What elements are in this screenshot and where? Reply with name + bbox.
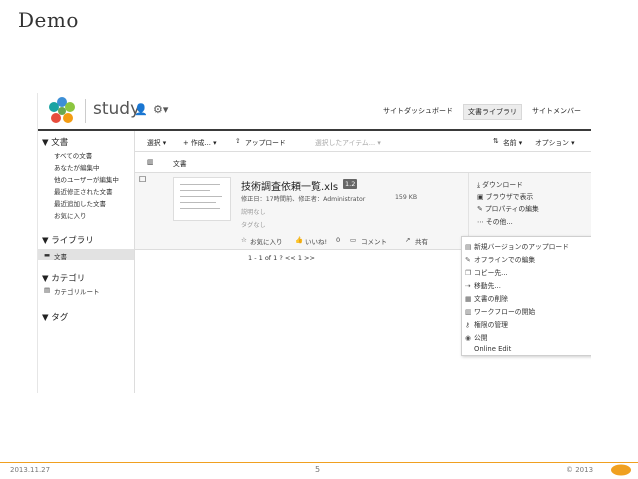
copy-icon: ❐ [465, 269, 472, 277]
favorite-link[interactable]: お気に入り [250, 236, 283, 246]
more-action[interactable]: ⋯ その他... [477, 216, 513, 226]
edit-properties-action[interactable]: ✎ プロパティの編集 [477, 203, 539, 213]
move-icon: ⇢ [465, 282, 471, 290]
upload-version-icon: ▤ [465, 243, 472, 251]
slide-date: 2013.11.27 [10, 466, 51, 474]
view-in-browser-action[interactable]: ▣ ブラウザで表示 [477, 191, 533, 201]
menu-label: 公開 [474, 334, 488, 342]
gear-icon[interactable]: ⚙▾ [153, 103, 168, 116]
edit-icon: ✎ [477, 205, 485, 213]
sidebar-item-recently-modified[interactable]: 最近修正された文書 [54, 186, 113, 196]
slide-page-number: 5 [315, 465, 321, 474]
upload-button[interactable]: アップロード [245, 137, 286, 147]
share-icon[interactable]: ↗ [405, 236, 410, 244]
menu-label: コピー先... [474, 269, 508, 277]
app-header: study 👤 ⚙▾ サイトダッシュボード 文書ライブラリ サイトメンバー [38, 93, 591, 131]
more-label: その他... [485, 218, 513, 226]
sidebar-item-my-editing[interactable]: あなたが編集中 [54, 162, 100, 172]
document-description: 説明なし [241, 209, 266, 216]
sidebar-item-others-editing[interactable]: 他のユーザーが編集中 [54, 174, 119, 184]
document-modified: 修正日：17時間前、修正者：Administrator [241, 196, 366, 203]
sidebar-library-header[interactable]: ▼ ライブラリ [42, 234, 94, 246]
document-name[interactable]: 技術調査依頼一覧.xls [241, 178, 338, 193]
folder-up-icon[interactable]: ▥ [147, 158, 153, 166]
nav-dashboard[interactable]: サイトダッシュボード [379, 104, 457, 120]
browser-icon: ▣ [477, 193, 486, 201]
menu-item-edit-offline[interactable]: ✎ オフラインでの編集 [465, 254, 535, 264]
comment-icon[interactable]: ▭ [350, 236, 356, 244]
menu-item-manage-permissions[interactable]: ⚷ 権限の管理 [465, 319, 508, 329]
nav-members[interactable]: サイトメンバー [528, 104, 585, 120]
menu-label: ワークフローの開始 [474, 308, 536, 316]
pencil-icon: ✎ [465, 256, 471, 264]
menu-item-publish[interactable]: ◉ 公開 [465, 332, 488, 342]
menu-item-delete[interactable]: ▦ 文書の削除 [465, 293, 508, 303]
menu-label: オフラインでの編集 [474, 256, 536, 264]
view-in-browser-label: ブラウザで表示 [485, 193, 534, 201]
more-actions-menu: ▤ 新規バージョンのアップロード ✎ オフラインでの編集 ❐ コピー先... ⇢ 移動先… [461, 236, 591, 356]
sidebar-category-header[interactable]: ▼ カテゴリ [42, 272, 85, 284]
share-link[interactable]: 共有 [415, 236, 428, 246]
menu-item-online-edit[interactable]: Online Edit [474, 345, 511, 353]
sort-button[interactable]: 名前 ▾ [503, 137, 522, 147]
options-button[interactable]: オプション ▾ [535, 137, 575, 147]
menu-label: 移動先... [474, 282, 501, 290]
nav-document-library[interactable]: 文書ライブラリ [463, 104, 522, 120]
document-tags: タグなし [241, 222, 266, 229]
download-label: ダウンロード [482, 181, 523, 189]
category-icon: ▤ [44, 286, 51, 294]
menu-label: 新規バージョンのアップロード [474, 243, 570, 251]
sidebar-selected-row [38, 249, 134, 260]
star-icon[interactable]: ☆ [241, 236, 247, 244]
menu-item-move[interactable]: ⇢ 移動先... [465, 280, 501, 290]
footer-divider [0, 462, 638, 463]
menu-item-start-workflow[interactable]: ▥ ワークフローの開始 [465, 306, 535, 316]
like-count: 0 [336, 236, 341, 244]
like-icon[interactable]: 👍 [295, 236, 303, 244]
edit-properties-label: プロパティの編集 [484, 205, 539, 213]
user-icon[interactable]: 👤 [134, 103, 148, 116]
document-thumbnail[interactable] [173, 177, 231, 221]
sidebar-item-category-root[interactable]: カテゴリルート [54, 286, 100, 296]
sidebar-item-library-docs[interactable]: 文書 [54, 251, 67, 261]
site-nav: サイトダッシュボード 文書ライブラリ サイトメンバー [379, 104, 585, 120]
workflow-icon: ▥ [465, 308, 472, 316]
slide-title: Demo [18, 8, 79, 32]
sidebar-item-recently-added[interactable]: 最近追加した文書 [54, 198, 106, 208]
menu-item-copy[interactable]: ❐ コピー先... [465, 267, 508, 277]
pagination[interactable]: 1 - 1 of 1 ? << 1 >> [248, 254, 315, 262]
comment-link[interactable]: コメント [361, 236, 387, 246]
slide-copyright: © 2013 [566, 466, 594, 474]
upload-icon: ⇪ [235, 137, 241, 145]
doclib-toolbar: 選択 ▾ + 作成... ▾ ⇪ アップロード 選択したアイテム... ▾ ⇅ … [135, 131, 591, 152]
sidebar-item-all[interactable]: すべての文書 [54, 150, 92, 160]
menu-item-upload-version[interactable]: ▤ 新規バージョンのアップロード [465, 241, 569, 251]
select-button[interactable]: 選択 ▾ [147, 137, 166, 147]
menu-label: 文書の削除 [474, 295, 508, 303]
more-icon: ⋯ [477, 218, 486, 226]
sidebar-item-favorites[interactable]: お気に入り [54, 210, 87, 220]
menu-label: 権限の管理 [474, 321, 508, 329]
alfresco-logo-icon [49, 97, 75, 123]
breadcrumb: ▥ 文書 [135, 152, 591, 173]
folder-icon: ▬ [44, 251, 51, 259]
create-button[interactable]: + 作成... ▾ [183, 137, 217, 147]
app-screenshot: study 👤 ⚙▾ サイトダッシュボード 文書ライブラリ サイトメンバー ▼ … [37, 93, 591, 393]
sidebar-docs-header[interactable]: ▼ 文書 [42, 136, 68, 148]
sidebar: ▼ 文書 すべての文書 あなたが編集中 他のユーザーが編集中 最近修正された文書… [38, 131, 135, 393]
publish-icon: ◉ [465, 334, 471, 342]
trash-icon: ▦ [465, 295, 472, 303]
selected-items-button[interactable]: 選択したアイテム... ▾ [315, 137, 381, 147]
sort-direction-icon[interactable]: ⇅ [493, 137, 499, 145]
row-checkbox[interactable]: ☐ [139, 175, 146, 184]
company-logo-icon [611, 464, 631, 476]
sidebar-tag-header[interactable]: ▼ タグ [42, 311, 68, 323]
like-link[interactable]: いいね! [305, 236, 327, 246]
key-icon: ⚷ [465, 321, 470, 329]
brand-separator [85, 99, 86, 123]
breadcrumb-current: 文書 [173, 160, 187, 168]
version-badge: 1.2 [343, 179, 358, 189]
document-size: 159 KB [395, 194, 418, 201]
download-action[interactable]: ⤓ ダウンロード [477, 179, 523, 190]
